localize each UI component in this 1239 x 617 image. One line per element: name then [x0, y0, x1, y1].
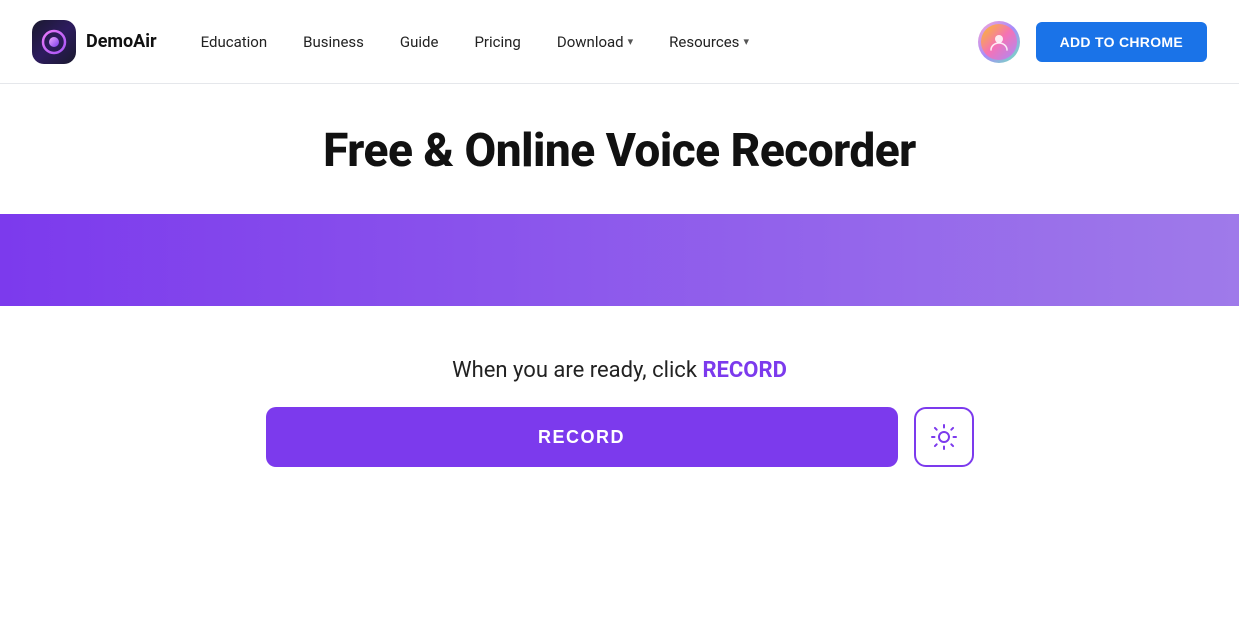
purple-banner — [0, 214, 1239, 306]
main-content: Free & Online Voice Recorder When you ar… — [0, 84, 1239, 467]
resources-chevron-icon: ▾ — [743, 35, 749, 48]
nav-links: Education Business Guide Pricing Downloa… — [185, 25, 978, 59]
nav-pricing[interactable]: Pricing — [458, 25, 536, 59]
settings-button[interactable] — [914, 407, 974, 467]
record-section: When you are ready, click RECORD RECORD — [0, 358, 1239, 467]
gear-icon — [930, 423, 958, 451]
logo-icon — [32, 20, 76, 64]
nav-download[interactable]: Download ▾ — [541, 25, 649, 59]
nav-education[interactable]: Education — [185, 25, 284, 59]
user-avatar[interactable] — [978, 21, 1020, 63]
add-to-chrome-button[interactable]: ADD TO CHROME — [1036, 22, 1207, 62]
nav-business[interactable]: Business — [287, 25, 380, 59]
record-button[interactable]: RECORD — [266, 407, 898, 467]
navbar: DemoAir Education Business Guide Pricing… — [0, 0, 1239, 84]
ready-text: When you are ready, click RECORD — [452, 358, 787, 383]
page-title: Free & Online Voice Recorder — [323, 124, 916, 178]
nav-guide[interactable]: Guide — [384, 25, 455, 59]
avatar-inner — [981, 24, 1017, 60]
logo-text: DemoAir — [86, 31, 157, 52]
logo[interactable]: DemoAir — [32, 20, 157, 64]
record-row: RECORD — [266, 407, 974, 467]
ready-text-highlight: RECORD — [702, 358, 786, 383]
nav-right: ADD TO CHROME — [978, 21, 1207, 63]
download-chevron-icon: ▾ — [628, 35, 634, 48]
nav-resources[interactable]: Resources ▾ — [653, 25, 765, 59]
